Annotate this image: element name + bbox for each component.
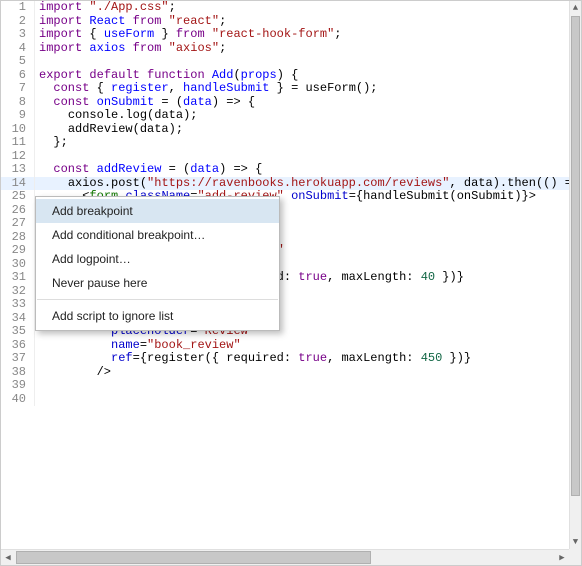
code-line[interactable]: 39 xyxy=(1,379,569,393)
line-number[interactable]: 25 xyxy=(1,190,35,204)
line-number[interactable]: 6 xyxy=(1,69,35,83)
code-content[interactable]: axios.post("https://ravenbooks.herokuapp… xyxy=(35,177,569,191)
gutter-context-menu: Add breakpoint Add conditional breakpoin… xyxy=(35,196,280,331)
code-content[interactable]: import React from "react"; xyxy=(35,15,569,29)
horizontal-scroll-thumb[interactable] xyxy=(16,551,371,564)
line-number[interactable]: 14 xyxy=(1,177,35,191)
line-number[interactable]: 36 xyxy=(1,339,35,353)
line-number[interactable]: 31 xyxy=(1,271,35,285)
line-number[interactable]: 4 xyxy=(1,42,35,56)
vertical-scrollbar[interactable]: ▲ ▼ xyxy=(569,1,581,549)
line-number[interactable]: 12 xyxy=(1,150,35,164)
code-content[interactable]: }; xyxy=(35,136,569,150)
line-number[interactable]: 7 xyxy=(1,82,35,96)
line-number[interactable]: 13 xyxy=(1,163,35,177)
code-line[interactable]: 8 const onSubmit = (data) => { xyxy=(1,96,569,110)
line-number[interactable]: 37 xyxy=(1,352,35,366)
code-line[interactable]: 36 name="book_review" xyxy=(1,339,569,353)
menu-never-pause-here[interactable]: Never pause here xyxy=(36,271,279,295)
line-number[interactable]: 8 xyxy=(1,96,35,110)
code-line[interactable]: 6export default function Add(props) { xyxy=(1,69,569,83)
line-number[interactable]: 26 xyxy=(1,204,35,218)
line-number[interactable]: 32 xyxy=(1,285,35,299)
line-number[interactable]: 30 xyxy=(1,258,35,272)
line-number[interactable]: 27 xyxy=(1,217,35,231)
line-number[interactable]: 9 xyxy=(1,109,35,123)
scroll-right-icon[interactable]: ▶ xyxy=(555,550,569,565)
code-content[interactable]: ref={register({ required: true, maxLengt… xyxy=(35,352,569,366)
code-line[interactable]: 38 /> xyxy=(1,366,569,380)
scroll-left-icon[interactable]: ◀ xyxy=(1,550,15,565)
code-content[interactable] xyxy=(35,379,569,393)
code-content[interactable] xyxy=(35,393,569,407)
line-number[interactable]: 3 xyxy=(1,28,35,42)
scroll-down-icon[interactable]: ▼ xyxy=(570,535,581,549)
menu-separator xyxy=(37,299,278,300)
line-number[interactable]: 40 xyxy=(1,393,35,407)
menu-add-conditional-breakpoint[interactable]: Add conditional breakpoint… xyxy=(36,223,279,247)
line-number[interactable]: 34 xyxy=(1,312,35,326)
code-line[interactable]: 13 const addReview = (data) => { xyxy=(1,163,569,177)
code-editor[interactable]: 1import "./App.css";2import React from "… xyxy=(1,1,581,549)
scroll-up-icon[interactable]: ▲ xyxy=(570,1,581,15)
code-content[interactable]: const addReview = (data) => { xyxy=(35,163,569,177)
code-line[interactable]: 1import "./App.css"; xyxy=(1,1,569,15)
code-content[interactable]: import axios from "axios"; xyxy=(35,42,569,56)
line-number[interactable]: 1 xyxy=(1,1,35,15)
code-content[interactable]: const { register, handleSubmit } = useFo… xyxy=(35,82,569,96)
code-content[interactable] xyxy=(35,150,569,164)
code-content[interactable]: /> xyxy=(35,366,569,380)
line-number[interactable]: 35 xyxy=(1,325,35,339)
code-line[interactable]: 9 console.log(data); xyxy=(1,109,569,123)
code-content[interactable]: const onSubmit = (data) => { xyxy=(35,96,569,110)
code-line[interactable]: 5 xyxy=(1,55,569,69)
code-line[interactable]: 10 addReview(data); xyxy=(1,123,569,137)
code-line[interactable]: 11 }; xyxy=(1,136,569,150)
menu-add-logpoint[interactable]: Add logpoint… xyxy=(36,247,279,271)
code-line[interactable]: 4import axios from "axios"; xyxy=(1,42,569,56)
menu-add-breakpoint[interactable]: Add breakpoint xyxy=(36,199,279,223)
code-line[interactable]: 12 xyxy=(1,150,569,164)
code-content[interactable]: addReview(data); xyxy=(35,123,569,137)
code-content[interactable]: export default function Add(props) { xyxy=(35,69,569,83)
line-number[interactable]: 5 xyxy=(1,55,35,69)
line-number[interactable]: 39 xyxy=(1,379,35,393)
code-content[interactable]: import { useForm } from "react-hook-form… xyxy=(35,28,569,42)
code-line[interactable]: 2import React from "react"; xyxy=(1,15,569,29)
menu-add-script-to-ignore-list[interactable]: Add script to ignore list xyxy=(36,304,279,328)
line-number[interactable]: 2 xyxy=(1,15,35,29)
code-content[interactable]: import "./App.css"; xyxy=(35,1,569,15)
code-line[interactable]: 3import { useForm } from "react-hook-for… xyxy=(1,28,569,42)
line-number[interactable]: 38 xyxy=(1,366,35,380)
line-number[interactable]: 10 xyxy=(1,123,35,137)
code-line[interactable]: 37 ref={register({ required: true, maxLe… xyxy=(1,352,569,366)
code-line[interactable]: 14 axios.post("https://ravenbooks.heroku… xyxy=(1,177,569,191)
line-number[interactable]: 33 xyxy=(1,298,35,312)
scrollbar-corner xyxy=(569,549,581,565)
line-number[interactable]: 28 xyxy=(1,231,35,245)
code-content[interactable]: name="book_review" xyxy=(35,339,569,353)
code-content[interactable] xyxy=(35,55,569,69)
horizontal-scrollbar[interactable]: ◀ ▶ xyxy=(1,549,569,565)
line-number[interactable]: 29 xyxy=(1,244,35,258)
code-content[interactable]: console.log(data); xyxy=(35,109,569,123)
code-line[interactable]: 7 const { register, handleSubmit } = use… xyxy=(1,82,569,96)
line-number[interactable]: 11 xyxy=(1,136,35,150)
vertical-scroll-thumb[interactable] xyxy=(571,16,580,496)
code-line[interactable]: 40 xyxy=(1,393,569,407)
